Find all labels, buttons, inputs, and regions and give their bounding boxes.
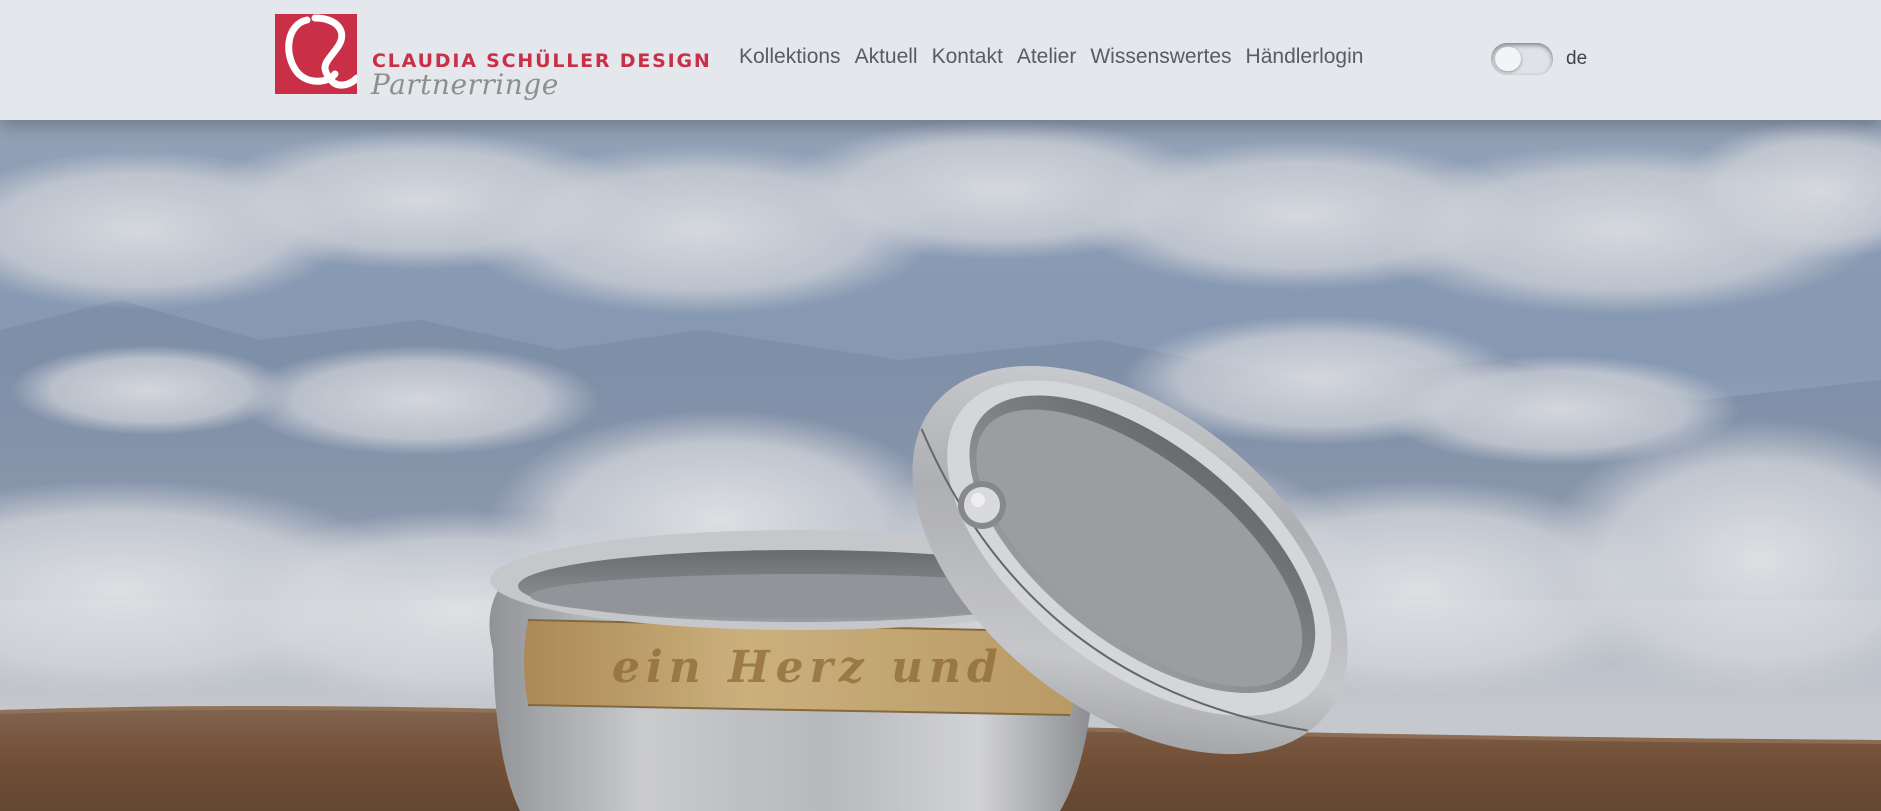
brand-logo[interactable]: CLAUDIA SCHÜLLER DESIGN Partnerringe (275, 14, 710, 106)
nav-item-kollektions[interactable]: Kollektions (739, 45, 841, 69)
ring-engraving: ein Herz und (612, 642, 1004, 693)
language-label[interactable]: de (1566, 48, 1587, 70)
brand-subtitle: Partnerringe (371, 68, 559, 101)
hero-banner: ein Herz und (0, 0, 1881, 811)
nav-item-wissenswertes[interactable]: Wissenswertes (1090, 45, 1231, 69)
site-header: CLAUDIA SCHÜLLER DESIGN Partnerringe Kol… (0, 0, 1881, 120)
nav-item-atelier[interactable]: Atelier (1017, 45, 1077, 69)
nav-item-kontakt[interactable]: Kontakt (932, 45, 1003, 69)
language-toggle[interactable] (1491, 43, 1553, 75)
nav-item-haendlerlogin[interactable]: Händlerlogin (1246, 45, 1364, 69)
toggle-knob (1495, 47, 1521, 71)
nav-item-aktuell[interactable]: Aktuell (855, 45, 918, 69)
logo-cs-icon (275, 14, 357, 94)
main-navigation: Kollektions Aktuell Kontakt Atelier Wiss… (739, 45, 1363, 69)
